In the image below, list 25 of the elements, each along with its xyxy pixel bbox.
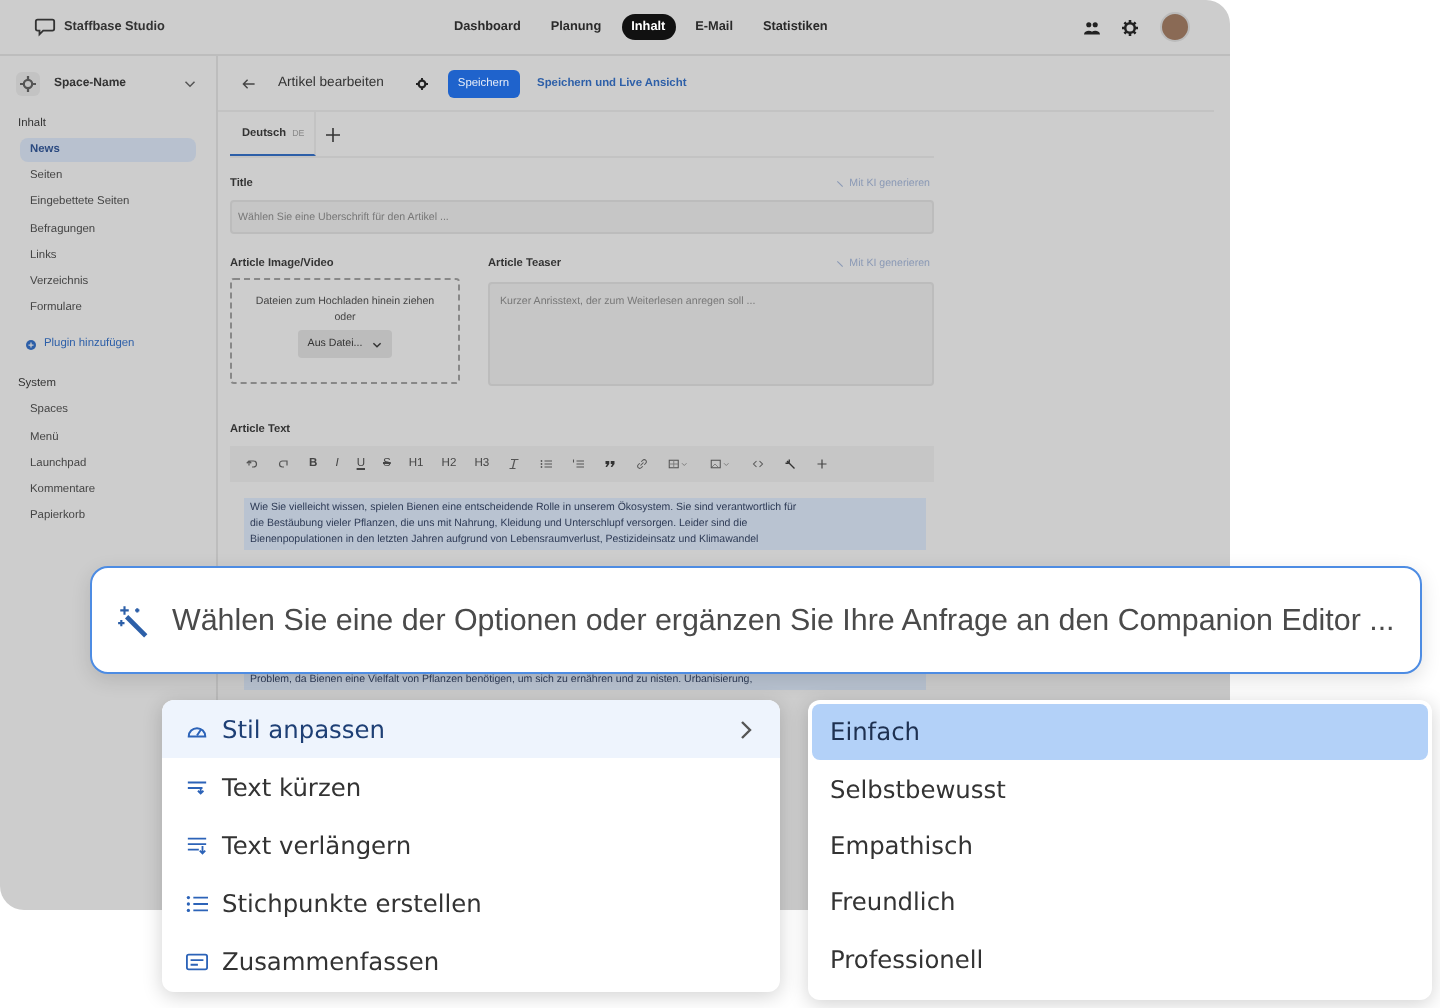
card-text-icon (186, 951, 208, 971)
prompt-input[interactable]: Wählen Sie eine der Optionen oder ergänzen Sie Ihre Anfrage an den Companion Editor ... (168, 601, 1396, 639)
back-arrow-icon[interactable] (242, 77, 256, 89)
speech-bubble-icon (34, 16, 56, 38)
menu-item[interactable]: Stichpunkte erstellen (162, 874, 780, 932)
avatar[interactable] (1160, 12, 1190, 42)
bullet-list-icon (186, 893, 208, 913)
people-icon[interactable] (1084, 19, 1100, 35)
lines-arrow-icon (186, 777, 208, 797)
menu-item[interactable]: Empathisch (812, 817, 1428, 875)
menu-item[interactable]: Freundlich (812, 874, 1428, 932)
magic-wand-icon (116, 603, 150, 637)
menu-item[interactable]: Zusammenfassen (162, 932, 780, 990)
prompt-field[interactable]: Wählen Sie eine der Optionen oder ergänzen Sie Ihre Anfrage an den Companion Editor ... (90, 566, 1422, 674)
menu-item[interactable]: Stil anpassen (162, 700, 780, 758)
plus-icon[interactable] (326, 127, 341, 141)
lines-arrow-icon (186, 835, 208, 855)
menu-item[interactable]: Professionell (812, 931, 1428, 988)
menu-item[interactable]: Einfach (812, 704, 1428, 761)
menu-item[interactable]: Text verlängern (162, 816, 780, 874)
chevron-down-icon[interactable] (184, 80, 196, 88)
menu-item[interactable]: Text kürzen (162, 758, 780, 816)
plus-circle-icon[interactable] (26, 339, 36, 350)
menu-item[interactable]: Selbstbewusst (812, 760, 1428, 818)
chevron-down-icon (372, 341, 383, 347)
